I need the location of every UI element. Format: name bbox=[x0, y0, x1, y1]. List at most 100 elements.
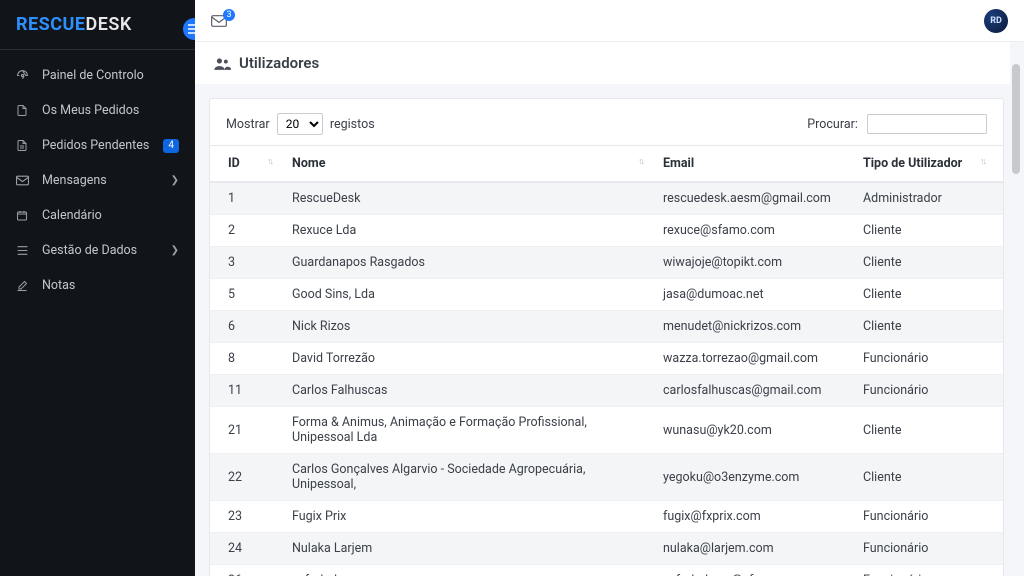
users-icon bbox=[213, 56, 231, 71]
table-row[interactable]: 11Carlos Falhuscascarlosfalhuscas@gmail.… bbox=[210, 375, 1003, 407]
cell-tipo: Funcionário bbox=[853, 343, 1003, 375]
topbar-left: 3 bbox=[211, 15, 227, 27]
page-size-select[interactable]: 20 bbox=[277, 113, 323, 135]
cell-tipo: Cliente bbox=[853, 454, 1003, 501]
brand-part-b: DESK bbox=[86, 14, 132, 35]
cell-nome: Rexuce Lda bbox=[282, 215, 653, 247]
cell-id: 23 bbox=[210, 501, 282, 533]
scroll-thumb[interactable] bbox=[1012, 64, 1020, 174]
gauge-icon bbox=[16, 69, 42, 82]
file-lines-icon bbox=[16, 139, 42, 152]
pending-count-badge: 4 bbox=[163, 139, 179, 153]
table-row[interactable]: 26yufodedowayufodedowa@sfamo.comFuncioná… bbox=[210, 565, 1003, 576]
cell-tipo: Funcionário bbox=[853, 375, 1003, 407]
page-header: Utilizadores bbox=[195, 42, 1010, 84]
cell-id: 2 bbox=[210, 215, 282, 247]
cell-tipo: Cliente bbox=[853, 279, 1003, 311]
page-size-control: Mostrar 20 registos bbox=[226, 113, 375, 135]
cell-tipo: Funcionário bbox=[853, 565, 1003, 576]
cell-email: carlosfalhuscas@gmail.com bbox=[653, 375, 853, 407]
table-row[interactable]: 24Nulaka Larjemnulaka@larjem.comFuncioná… bbox=[210, 533, 1003, 565]
sort-icon: ↑↓ bbox=[980, 156, 985, 167]
sidebar-item-label: Painel de Controlo bbox=[42, 68, 179, 83]
cell-tipo: Cliente bbox=[853, 215, 1003, 247]
messages-count-badge: 3 bbox=[223, 9, 235, 21]
cell-id: 11 bbox=[210, 375, 282, 407]
chevron-right-icon: ❯ bbox=[171, 175, 179, 186]
cell-email: rescuedesk.aesm@gmail.com bbox=[653, 182, 853, 215]
brand: RESCUEDESK bbox=[0, 10, 195, 50]
col-header-id[interactable]: ID↑↓ bbox=[210, 146, 282, 183]
sidebar-item-calendar[interactable]: Calendário bbox=[0, 198, 195, 233]
cell-id: 5 bbox=[210, 279, 282, 311]
cell-tipo: Cliente bbox=[853, 407, 1003, 454]
cell-tipo: Cliente bbox=[853, 247, 1003, 279]
search-control: Procurar: bbox=[807, 114, 987, 134]
sort-icon: ↑↓ bbox=[638, 156, 643, 167]
col-header-email[interactable]: Email bbox=[653, 146, 853, 183]
cell-nome: RescueDesk bbox=[282, 182, 653, 215]
table-row[interactable]: 22Carlos Gonçalves Algarvio - Sociedade … bbox=[210, 454, 1003, 501]
cell-nome: Carlos Falhuscas bbox=[282, 375, 653, 407]
sidebar-item-label: Notas bbox=[42, 278, 179, 293]
calendar-icon bbox=[16, 209, 42, 222]
cell-id: 22 bbox=[210, 454, 282, 501]
cell-tipo: Cliente bbox=[853, 311, 1003, 343]
avatar-initials: RD bbox=[990, 16, 1002, 26]
table-row[interactable]: 21Forma & Animus, Animação e Formação Pr… bbox=[210, 407, 1003, 454]
cell-nome: Good Sins, Lda bbox=[282, 279, 653, 311]
table-row[interactable]: 8David Torrezãowazza.torrezao@gmail.comF… bbox=[210, 343, 1003, 375]
avatar[interactable]: RD bbox=[984, 9, 1008, 33]
cell-email: fugix@fxprix.com bbox=[653, 501, 853, 533]
show-label-prefix: Mostrar bbox=[226, 117, 270, 132]
sort-icon: ↑↓ bbox=[267, 156, 272, 167]
sidebar-item-data-management[interactable]: Gestão de Dados ❯ bbox=[0, 233, 195, 268]
cell-id: 24 bbox=[210, 533, 282, 565]
sidebar-item-dashboard[interactable]: Painel de Controlo bbox=[0, 58, 195, 93]
sidebar: RESCUEDESK Painel de Controlo Os Meus Pe… bbox=[0, 0, 195, 576]
sidebar-item-my-requests[interactable]: Os Meus Pedidos bbox=[0, 93, 195, 128]
cell-email: yufodedowa@sfamo.com bbox=[653, 565, 853, 576]
table-row[interactable]: 2Rexuce Ldarexuce@sfamo.comCliente bbox=[210, 215, 1003, 247]
cell-tipo: Funcionário bbox=[853, 501, 1003, 533]
sidebar-item-label: Gestão de Dados bbox=[42, 243, 171, 258]
table-row[interactable]: 23Fugix Prixfugix@fxprix.comFuncionário bbox=[210, 501, 1003, 533]
show-label-suffix: registos bbox=[330, 117, 375, 132]
content-area: Mostrar 20 registos Procurar: ID↑↓ Nome↑… bbox=[195, 98, 1010, 576]
cell-nome: Guardanapos Rasgados bbox=[282, 247, 653, 279]
chevron-right-icon: ❯ bbox=[171, 245, 179, 256]
cell-email: nulaka@larjem.com bbox=[653, 533, 853, 565]
cell-id: 21 bbox=[210, 407, 282, 454]
col-header-tipo[interactable]: Tipo de Utilizador↑↓ bbox=[853, 146, 1003, 183]
table-row[interactable]: 1RescueDeskrescuedesk.aesm@gmail.comAdmi… bbox=[210, 182, 1003, 215]
table-row[interactable]: 5Good Sins, Ldajasa@dumoac.netCliente bbox=[210, 279, 1003, 311]
sidebar-item-label: Mensagens bbox=[42, 173, 171, 188]
cell-nome: Nulaka Larjem bbox=[282, 533, 653, 565]
col-header-nome[interactable]: Nome↑↓ bbox=[282, 146, 653, 183]
sidebar-item-label: Pedidos Pendentes bbox=[42, 138, 163, 153]
table-row[interactable]: 3Guardanapos Rasgadoswiwajoje@topikt.com… bbox=[210, 247, 1003, 279]
search-input[interactable] bbox=[867, 114, 987, 134]
cell-email: wunasu@yk20.com bbox=[653, 407, 853, 454]
topbar: 3 RD bbox=[195, 0, 1024, 42]
cell-id: 3 bbox=[210, 247, 282, 279]
sidebar-item-notes[interactable]: Notas bbox=[0, 268, 195, 303]
table-row[interactable]: 6Nick Rizosmenudet@nickrizos.comCliente bbox=[210, 311, 1003, 343]
list-icon bbox=[16, 245, 42, 256]
cell-nome: David Torrezão bbox=[282, 343, 653, 375]
cell-id: 26 bbox=[210, 565, 282, 576]
cell-email: yegoku@o3enzyme.com bbox=[653, 454, 853, 501]
cell-id: 6 bbox=[210, 311, 282, 343]
scrollbar[interactable] bbox=[1012, 44, 1022, 572]
table-controls: Mostrar 20 registos Procurar: bbox=[210, 99, 1003, 145]
sidebar-item-label: Os Meus Pedidos bbox=[42, 103, 179, 118]
sidebar-item-pending-requests[interactable]: Pedidos Pendentes 4 bbox=[0, 128, 195, 163]
search-label: Procurar: bbox=[807, 117, 858, 132]
cell-nome: yufodedowa bbox=[282, 565, 653, 576]
messages-button[interactable]: 3 bbox=[211, 15, 227, 27]
cell-id: 8 bbox=[210, 343, 282, 375]
cell-email: menudet@nickrizos.com bbox=[653, 311, 853, 343]
sidebar-item-messages[interactable]: Mensagens ❯ bbox=[0, 163, 195, 198]
page-title: Utilizadores bbox=[239, 54, 319, 72]
cell-email: wazza.torrezao@gmail.com bbox=[653, 343, 853, 375]
